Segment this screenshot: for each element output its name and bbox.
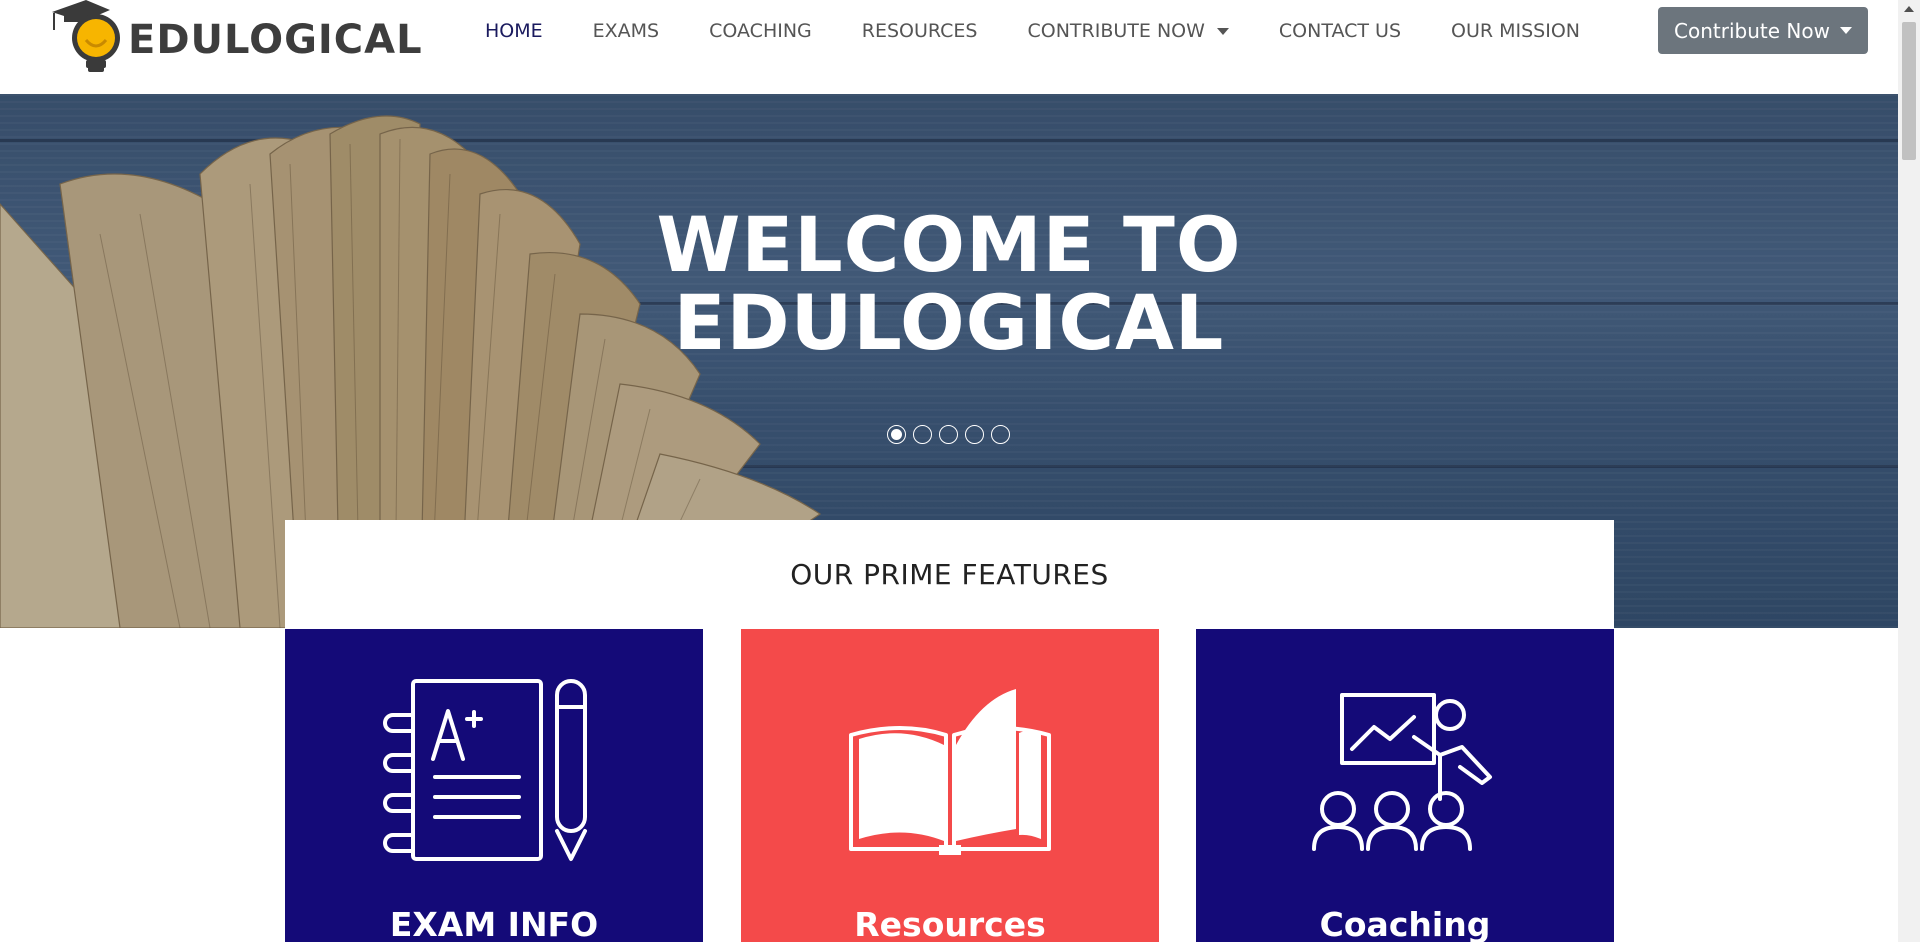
nav-resources-label: RESOURCES	[861, 20, 978, 42]
nav-exams-label: EXAMS	[592, 20, 660, 42]
contribute-now-button[interactable]: Contribute Now	[1658, 7, 1868, 54]
brand-name: EDULOGICAL	[128, 17, 423, 63]
feature-card-title: EXAM INFO	[389, 905, 599, 942]
navbar: EDULOGICAL HOME EXAMS COACHING RESOURCES…	[0, 0, 1898, 94]
feature-card-resources[interactable]: Resources	[741, 629, 1159, 942]
contribute-now-label: Contribute Now	[1674, 18, 1830, 43]
feature-card-title: Coaching	[1319, 905, 1491, 942]
carousel-dot-1[interactable]	[887, 425, 906, 444]
caret-down-icon	[1216, 27, 1229, 35]
nav-exams[interactable]: EXAMS	[593, 20, 659, 42]
lightbulb-graduation-cap-icon	[52, 0, 120, 72]
carousel-dot-2[interactable]	[913, 425, 932, 444]
nav-coaching-label: COACHING	[709, 20, 812, 42]
nav-contribute-label: CONTRIBUTE NOW	[1027, 20, 1205, 42]
feature-card-coaching[interactable]: Coaching	[1196, 629, 1614, 942]
nav-home-label: HOME	[485, 20, 543, 42]
carousel-indicators	[887, 425, 1017, 444]
features-title: OUR PRIME FEATURES	[790, 558, 1109, 591]
feature-card-exam-info[interactable]: EXAM INFO	[285, 629, 703, 942]
carousel-dot-4[interactable]	[965, 425, 984, 444]
nav-home[interactable]: HOME	[485, 20, 543, 42]
main-nav: HOME EXAMS COACHING RESOURCES CONTRIBUTE…	[485, 0, 1630, 62]
hero-title-line1: WELCOME TO	[656, 200, 1242, 289]
hero-title-line2: EDULOGICAL	[673, 278, 1225, 367]
carousel-dot-3[interactable]	[939, 425, 958, 444]
caret-down-icon	[1839, 27, 1852, 34]
teacher-presentation-icon	[1312, 693, 1492, 851]
brand-logo[interactable]: EDULOGICAL	[46, 0, 423, 78]
scrollbar-thumb[interactable]	[1902, 22, 1916, 160]
notebook-pencil-icon	[383, 679, 587, 861]
scroll-up-arrow-icon[interactable]	[1904, 6, 1914, 12]
nav-mission[interactable]: OUR MISSION	[1451, 20, 1580, 42]
page-scrollbar[interactable]	[1898, 0, 1920, 942]
feature-card-title: Resources	[854, 905, 1046, 942]
nav-mission-label: OUR MISSION	[1451, 20, 1581, 42]
open-book-icon	[849, 689, 1051, 855]
nav-contact[interactable]: CONTACT US	[1279, 20, 1401, 42]
nav-contribute-dropdown[interactable]: CONTRIBUTE NOW	[1028, 20, 1229, 42]
features-header: OUR PRIME FEATURES	[285, 520, 1614, 629]
hero-title: WELCOME TO EDULOGICAL	[0, 206, 1898, 362]
nav-coaching[interactable]: COACHING	[709, 20, 812, 42]
nav-resources[interactable]: RESOURCES	[862, 20, 978, 42]
carousel-dot-5[interactable]	[991, 425, 1010, 444]
nav-contact-label: CONTACT US	[1278, 20, 1402, 42]
